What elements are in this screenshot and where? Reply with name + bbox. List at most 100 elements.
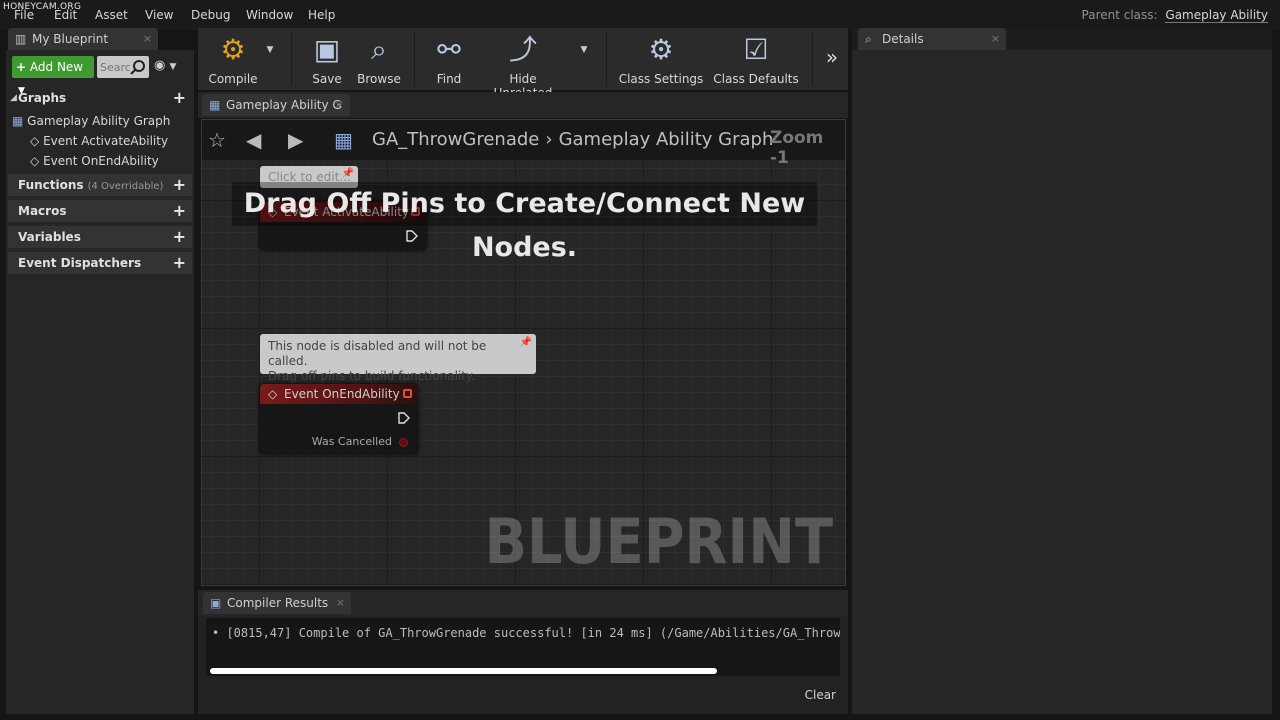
close-icon[interactable]: × (143, 28, 152, 50)
compiler-log[interactable]: • [0815,47] Compile of GA_ThrowGrenade s… (206, 618, 840, 676)
exec-output-pin[interactable] (398, 412, 410, 424)
class-settings-button[interactable]: ⚙ Class Settings (618, 28, 704, 90)
comment-line: This node is disabled and will not be ca… (268, 339, 487, 368)
compile-label: Compile (208, 72, 258, 86)
compile-options-dropdown[interactable]: ▼ (262, 28, 278, 90)
breadcrumb-chevron-icon: › (545, 129, 553, 150)
disabled-node-comment[interactable]: This node is disabled and will not be ca… (260, 334, 536, 383)
bool-output-pin[interactable] (399, 438, 408, 447)
save-icon: ▣ (313, 33, 341, 66)
parent-class-link[interactable]: Gameplay Ability (1165, 8, 1268, 23)
forward-arrow-icon[interactable]: ▶ (288, 128, 303, 152)
eye-icon: ◉ (154, 58, 166, 73)
section-functions[interactable]: Functions (4 Overridable) + (8, 174, 192, 196)
search-input[interactable] (100, 59, 130, 75)
comment-line: Drag off pins to build functionality. (268, 369, 476, 383)
parent-class-label: Parent class: (1081, 8, 1158, 22)
compile-icon: ⚙ (220, 33, 246, 66)
view-options[interactable]: ◉ ▼ (154, 58, 176, 73)
section-event-dispatchers[interactable]: Event Dispatchers + (8, 252, 192, 274)
save-button[interactable]: ▣ Save (302, 28, 352, 90)
graph-icon: ▦ (209, 98, 221, 112)
breadcrumb: GA_ThrowGrenade › Gameplay Ability Graph (372, 129, 773, 150)
tree-item-event-activate-ability[interactable]: ◇ Event ActivateAbility (30, 134, 168, 148)
delegate-pin[interactable] (403, 389, 412, 398)
toolbar-separator (606, 32, 607, 86)
tab-details-label: Details (882, 32, 924, 46)
add-macro-plus-icon[interactable]: + (173, 200, 186, 222)
section-graphs[interactable]: ◢ Graphs + (8, 87, 192, 109)
clear-button[interactable]: Clear (805, 688, 836, 702)
menu-edit[interactable]: Edit (54, 8, 77, 22)
double-chevron-right-icon: » (825, 45, 839, 69)
add-event-dispatcher-plus-icon[interactable]: + (173, 252, 186, 274)
tree-item-label: Event ActivateAbility (43, 134, 169, 148)
triangle-down-icon: ◢ (10, 93, 17, 103)
chevron-down-icon: ▼ (580, 45, 588, 55)
toolbar-separator (291, 32, 292, 86)
find-button[interactable]: ⚯ Find (424, 28, 474, 90)
tab-compiler-results[interactable]: ▣ Compiler Results × (203, 592, 351, 614)
class-defaults-button[interactable]: ☑ Class Defaults (712, 28, 800, 90)
search-icon[interactable] (130, 59, 146, 75)
tab-details[interactable]: ⌕ Details × (858, 28, 1006, 50)
save-label: Save (312, 72, 342, 86)
find-label: Find (436, 72, 462, 86)
back-arrow-icon[interactable]: ◀ (246, 128, 261, 152)
hide-unrelated-button[interactable]: ⤴ Hide Unrelated (480, 28, 566, 100)
class-defaults-label: Class Defaults (713, 72, 799, 86)
my-blueprint-panel (6, 50, 194, 714)
node-header: ◇ Event OnEndAbility (260, 384, 418, 404)
close-icon[interactable]: × (335, 94, 344, 116)
star-icon[interactable]: ☆ (208, 128, 226, 152)
tree-item-gameplay-ability-graph[interactable]: ▦ Gameplay Ability Graph (12, 114, 170, 128)
parent-class: Parent class: Gameplay Ability (1081, 8, 1268, 23)
browse-label: Browse (357, 72, 401, 86)
node-event-on-end-ability[interactable]: ◇ Event OnEndAbility Was Cancelled (260, 384, 418, 454)
node-title: Event OnEndAbility (284, 387, 400, 401)
menu-help[interactable]: Help (308, 8, 335, 22)
add-graph-plus-icon[interactable]: + (173, 87, 186, 109)
add-function-plus-icon[interactable]: + (173, 174, 186, 196)
add-variable-plus-icon[interactable]: + (173, 226, 186, 248)
tab-my-blueprint[interactable]: ▥ My Blueprint × (8, 28, 158, 50)
tree-item-event-on-end-ability[interactable]: ◇ Event OnEndAbility (30, 154, 159, 168)
compile-button[interactable]: ⚙ Compile (202, 28, 264, 90)
section-variables[interactable]: Variables + (8, 226, 192, 248)
functions-count: (4 Overridable) (87, 181, 164, 192)
menu-debug[interactable]: Debug (191, 8, 230, 22)
class-settings-label: Class Settings (618, 72, 704, 86)
close-icon[interactable]: × (991, 28, 1000, 50)
zoom-level: Zoom -1 (770, 128, 824, 168)
toolbar-separator (414, 32, 415, 86)
add-new-button[interactable]: + Add New ▼ (12, 56, 94, 96)
section-macros[interactable]: Macros + (8, 200, 192, 222)
section-graphs-label: Graphs (18, 91, 67, 105)
hide-unrelated-options-dropdown[interactable]: ▼ (576, 28, 592, 90)
graph-editor[interactable]: ☆ ◀ ▶ ▦ GA_ThrowGrenade › Gameplay Ability… (201, 119, 846, 586)
event-diamond-icon: ◇ (268, 387, 278, 401)
breadcrumb-leaf[interactable]: Gameplay Ability Graph (559, 129, 774, 150)
pin-label: Was Cancelled (311, 435, 392, 448)
chevron-down-icon: ▼ (169, 62, 177, 72)
menu-window[interactable]: Window (246, 8, 293, 22)
exec-output-pin[interactable] (406, 230, 418, 242)
pin-icon[interactable]: 📌 (520, 335, 532, 350)
tab-gameplay-ability-graph[interactable]: ▦ Gameplay Ability G × (202, 94, 350, 116)
blueprint-watermark: BLUEPRINT (484, 505, 833, 578)
horizontal-scrollbar[interactable] (210, 668, 717, 674)
breadcrumb-root[interactable]: GA_ThrowGrenade (372, 129, 539, 150)
graph-nav-bar: ☆ ◀ ▶ ▦ GA_ThrowGrenade › Gameplay Ability… (202, 120, 845, 168)
menu-file[interactable]: File (14, 8, 34, 22)
browse-button[interactable]: ⌕ Browse (354, 28, 404, 90)
menu-asset[interactable]: Asset (95, 8, 128, 22)
close-icon[interactable]: × (336, 592, 345, 614)
tree-item-label: Event OnEndAbility (43, 154, 159, 168)
details-tab-bar: ⌕ Details × (852, 28, 1272, 50)
section-event-dispatchers-label: Event Dispatchers (18, 256, 142, 270)
menu-view[interactable]: View (145, 8, 173, 22)
log-line: • [0815,47] Compile of GA_ThrowGrenade s… (212, 626, 840, 640)
toolbar-overflow-button[interactable]: » (820, 28, 844, 90)
compiler-tab-bar: ▣ Compiler Results × (198, 590, 848, 616)
class-defaults-icon: ☑ (743, 33, 769, 66)
